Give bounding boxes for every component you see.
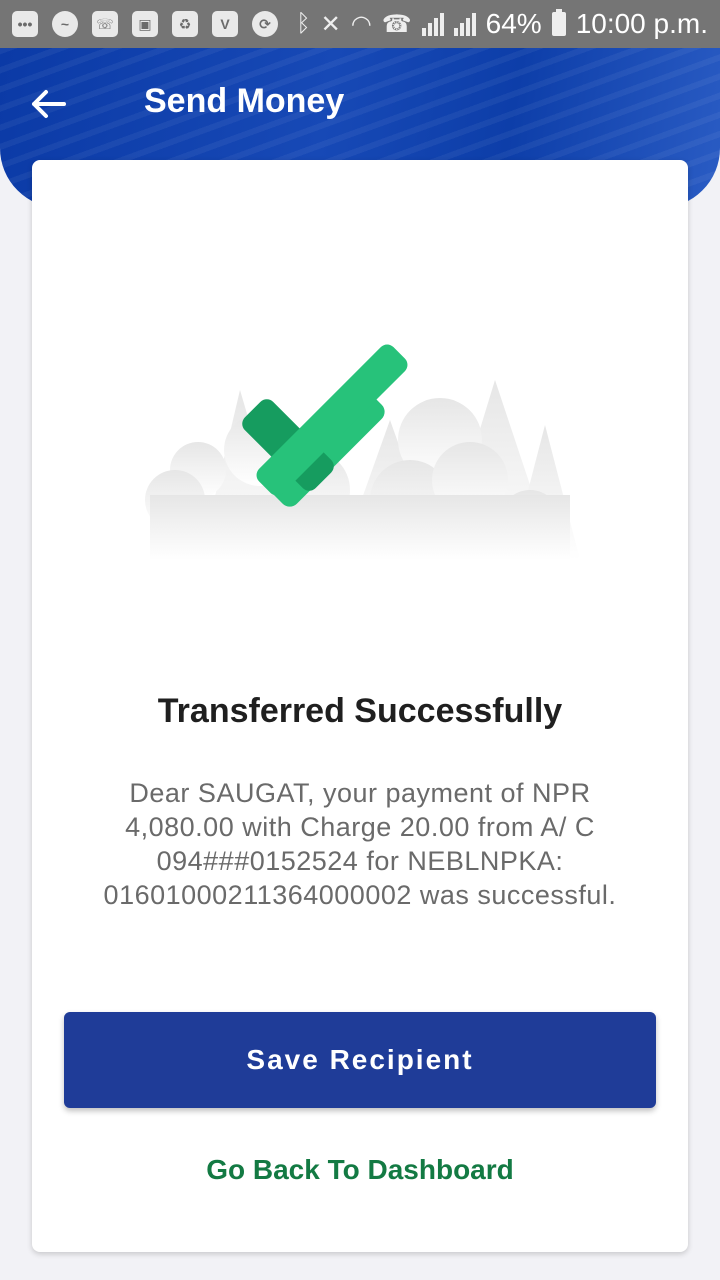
chat-bubble-icon: ••• (12, 11, 38, 37)
arrow-left-icon (32, 90, 66, 118)
bluetooth-icon: ᛒ (296, 10, 311, 37)
success-heading: Transferred Successfully (157, 692, 563, 730)
image-icon: ▣ (132, 11, 158, 37)
messenger-icon: ~ (52, 11, 78, 37)
recycle-icon: ♻ (172, 11, 198, 37)
battery-percentage: 64% (485, 8, 542, 39)
signal-icon (421, 12, 444, 36)
clock: 10:00 p.m. (575, 8, 708, 39)
signal-icon (453, 12, 476, 36)
call-icon: ☎ (381, 10, 412, 38)
mute-icon: ✕ (320, 10, 341, 38)
wifi-call-icon: ◠ (350, 10, 372, 38)
back-button[interactable] (26, 84, 70, 124)
success-illustration (145, 344, 580, 560)
status-bar: ••• ~ ☏ ▣ ♻ V ⟳ ᛒ ✕ ◠ ☎ 64% 10:00 p.m. (0, 0, 720, 48)
phone-icon: ☏ (92, 11, 118, 37)
battery-icon (551, 9, 566, 36)
v-app-icon: V (212, 11, 238, 37)
result-card: Transferred Successfully Dear SAUGAT, yo… (32, 160, 688, 1252)
sync-icon: ⟳ (252, 11, 278, 37)
system-icons: ᛒ ✕ ◠ ☎ 64% 10:00 p.m. (296, 8, 708, 40)
page-title: Send Money (144, 82, 345, 120)
go-back-to-dashboard-link[interactable]: Go Back To Dashboard (32, 1154, 688, 1186)
save-recipient-button[interactable]: Save Recipient (64, 1012, 656, 1108)
transaction-message: Dear SAUGAT, your payment of NPR 4,080.0… (103, 778, 617, 910)
notification-icons: ••• ~ ☏ ▣ ♻ V ⟳ (12, 11, 278, 37)
